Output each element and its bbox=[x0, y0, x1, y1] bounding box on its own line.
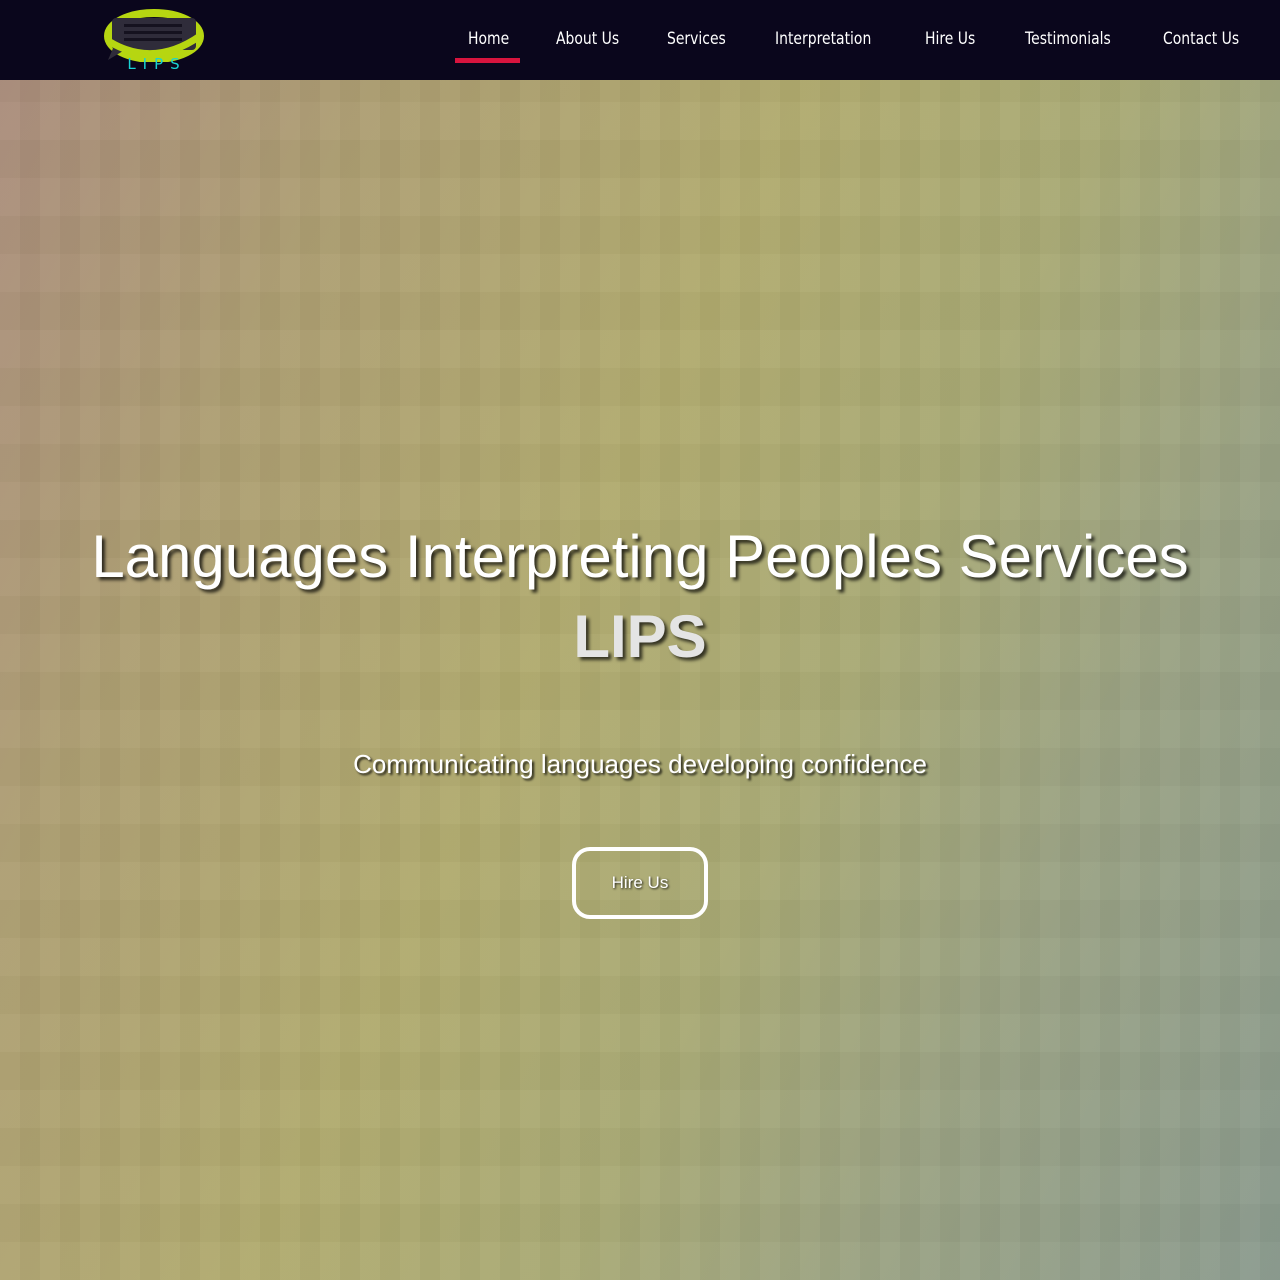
nav-item-home[interactable]: Home bbox=[468, 0, 509, 80]
nav-item-label: Testimonials bbox=[1025, 29, 1111, 49]
nav-item-interpretation[interactable]: Interpretation bbox=[775, 0, 871, 80]
nav-item-hire-us[interactable]: Hire Us bbox=[925, 0, 975, 80]
nav-item-label: About Us bbox=[556, 29, 620, 49]
navbar: LIPS Home About Us Services Interpretati… bbox=[0, 0, 1280, 80]
site-logo[interactable]: LIPS bbox=[104, 6, 208, 76]
nav-item-label: Contact Us bbox=[1163, 29, 1240, 49]
nav-item-label: Home bbox=[468, 29, 510, 49]
hero-brand: LIPS bbox=[573, 603, 707, 670]
nav-item-label: Services bbox=[667, 29, 726, 49]
logo-text: LIPS bbox=[127, 55, 187, 73]
nav-item-label: Hire Us bbox=[925, 29, 976, 49]
hero-title: Languages Interpreting Peoples Services bbox=[91, 523, 1189, 590]
hero-background bbox=[0, 80, 1280, 1280]
speech-bubble-icon bbox=[104, 9, 204, 63]
page: LIPS Home About Us Services Interpretati… bbox=[0, 0, 1280, 1280]
nav-item-contact-us[interactable]: Contact Us bbox=[1163, 0, 1239, 80]
hire-us-button[interactable]: Hire Us bbox=[572, 847, 708, 919]
nav-item-services[interactable]: Services bbox=[667, 0, 726, 80]
nav-item-label: Interpretation bbox=[775, 29, 872, 49]
nav-item-testimonials[interactable]: Testimonials bbox=[1025, 0, 1111, 80]
hero-subtitle: Communicating languages developing confi… bbox=[353, 749, 927, 779]
nav-item-about-us[interactable]: About Us bbox=[556, 0, 619, 80]
